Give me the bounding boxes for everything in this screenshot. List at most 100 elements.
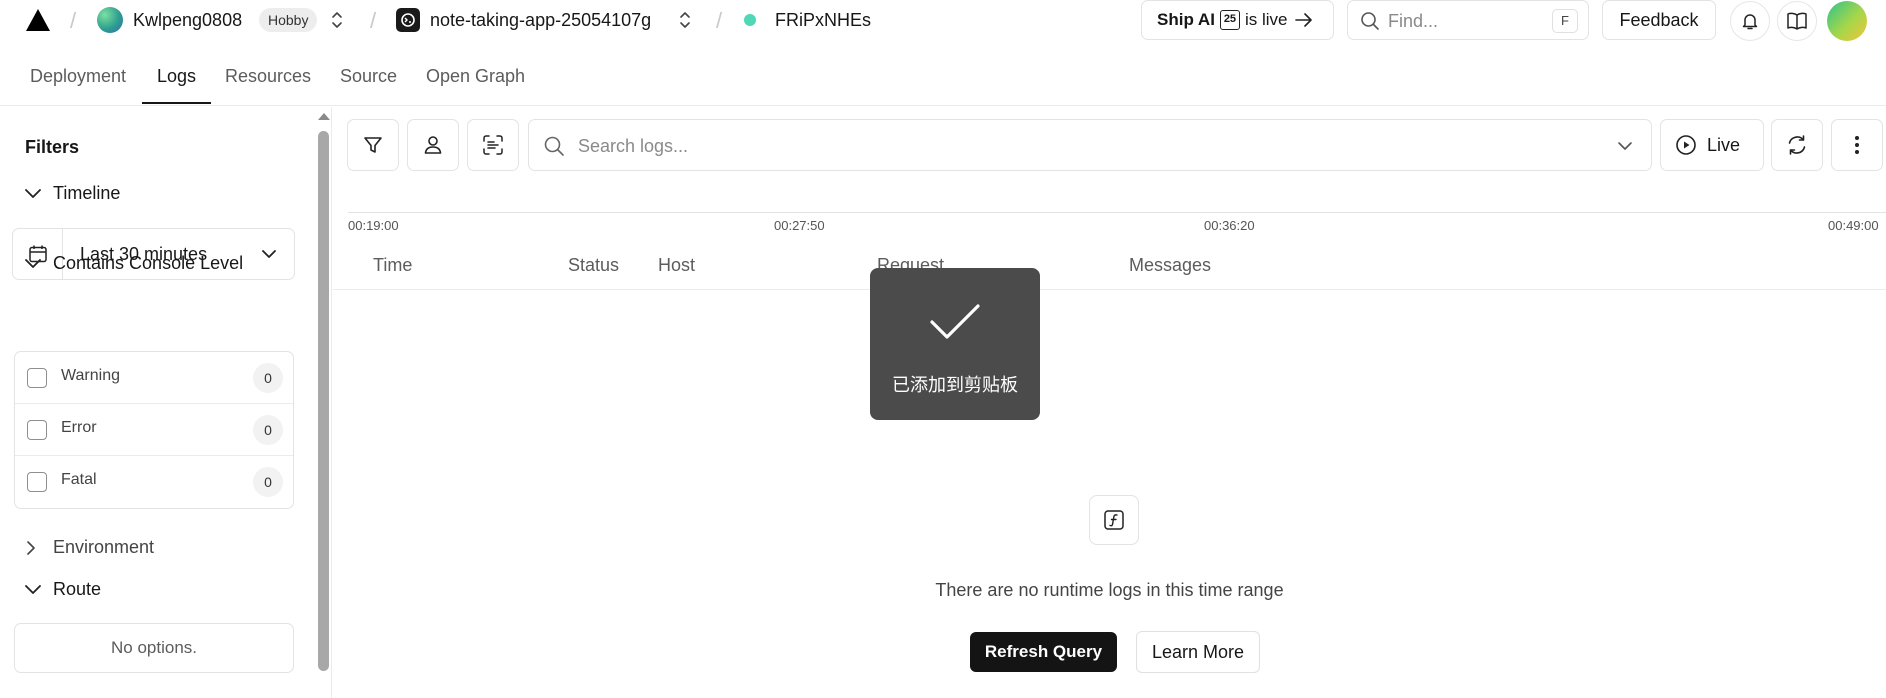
tab-resources[interactable]: Resources	[225, 66, 311, 87]
filters-title: Filters	[25, 137, 80, 157]
feedback-button[interactable]: Feedback	[1602, 0, 1716, 40]
console-level-section-toggle[interactable]: Contains Console Level	[25, 253, 243, 274]
scrollbar-up-arrow[interactable]	[318, 113, 330, 120]
user-filter-button[interactable]	[407, 119, 459, 171]
level-label: Error	[61, 419, 97, 436]
chevron-down-icon	[25, 584, 41, 594]
toast-message: 已添加到剪贴板	[892, 375, 1018, 396]
environment-label: Environment	[53, 537, 155, 557]
team-avatar[interactable]	[97, 7, 123, 33]
route-label: Route	[53, 579, 102, 599]
tab-logs[interactable]: Logs	[157, 66, 196, 87]
tab-source[interactable]: Source	[340, 66, 397, 87]
deployment-status-dot	[744, 14, 756, 26]
calendar-badge-icon: 25	[1219, 10, 1240, 30]
search-shortcut-key: F	[1552, 9, 1578, 33]
timeline-section-toggle[interactable]: Timeline	[25, 183, 120, 204]
column-header-time[interactable]: Time	[373, 255, 412, 276]
tab-open-graph[interactable]: Open Graph	[426, 66, 525, 87]
global-search-input[interactable]: Find... F	[1347, 0, 1589, 40]
scan-button[interactable]	[467, 119, 519, 171]
level-count: 0	[253, 415, 283, 445]
filters-sidebar: Filters Timeline Last 30 minutes Contain…	[0, 107, 332, 698]
function-icon	[1089, 495, 1139, 545]
empty-state-message: There are no runtime logs in this time r…	[333, 580, 1886, 601]
axis-tick: 00:36:20	[1204, 218, 1255, 233]
play-circle-icon	[1676, 135, 1696, 155]
global-search-placeholder: Find...	[1388, 11, 1439, 31]
console-level-label: Contains Console Level	[53, 253, 244, 273]
tab-deployment[interactable]: Deployment	[30, 66, 126, 87]
chevron-down-icon	[25, 188, 41, 198]
user-avatar[interactable]	[1827, 1, 1867, 41]
user-icon	[424, 136, 442, 154]
triangle-logo-icon[interactable]	[26, 9, 50, 31]
project-icon	[396, 8, 420, 32]
refresh-icon	[1788, 135, 1806, 155]
log-search-input[interactable]: Search logs...	[528, 119, 1652, 171]
notifications-button[interactable]	[1730, 1, 1770, 41]
checkbox[interactable]	[27, 368, 47, 388]
breadcrumb-separator: /	[370, 8, 377, 33]
empty-state-text: There are no runtime logs in this time r…	[935, 580, 1284, 600]
scan-icon	[483, 135, 503, 155]
log-search-placeholder: Search logs...	[578, 136, 689, 156]
chevron-right-icon	[27, 540, 35, 555]
docs-button[interactable]	[1777, 1, 1817, 41]
breadcrumb-separator: /	[716, 8, 723, 33]
top-bar: / Kwlpeng0808 Hobby / note-taking-app-25…	[0, 0, 1886, 42]
level-label: Warning	[61, 367, 120, 384]
timeline-label: Timeline	[53, 183, 121, 203]
level-option-fatal[interactable]: Fatal 0	[15, 456, 293, 508]
search-icon	[544, 136, 564, 156]
chevron-down-icon	[262, 250, 276, 258]
copied-toast: 已添加到剪贴板	[870, 268, 1040, 420]
sidebar-scrollbar[interactable]	[318, 131, 329, 671]
more-options-button[interactable]	[1831, 119, 1883, 171]
ship-ai-suffix: is live	[1244, 10, 1288, 29]
live-label: Live	[1707, 134, 1741, 155]
ship-ai-label: Ship AI	[1157, 10, 1215, 29]
console-level-list: Warning 0 Error 0 Fatal 0	[14, 351, 294, 509]
project-switcher-chevron-icon[interactable]	[678, 10, 692, 30]
arrow-right-icon	[1295, 13, 1313, 27]
team-switcher-chevron-icon[interactable]	[330, 10, 344, 30]
search-icon	[1361, 12, 1379, 30]
refresh-query-button[interactable]: Refresh Query	[970, 632, 1117, 672]
deployment-id[interactable]: FRiPxNHEs	[775, 10, 871, 31]
chevron-down-icon[interactable]	[1615, 136, 1635, 156]
level-label: Fatal	[61, 471, 97, 488]
ship-ai-button[interactable]: Ship AI 25 is live	[1141, 0, 1334, 40]
axis-tick: 00:19:00	[348, 218, 399, 233]
refresh-button[interactable]	[1771, 119, 1823, 171]
column-header-host[interactable]: Host	[658, 255, 695, 276]
chevron-down-icon	[25, 258, 41, 268]
environment-section-toggle[interactable]: Environment	[25, 537, 154, 558]
project-name[interactable]: note-taking-app-25054107g	[430, 10, 651, 31]
active-tab-indicator	[142, 102, 211, 104]
level-count: 0	[253, 467, 283, 497]
plan-badge: Hobby	[259, 8, 318, 32]
filter-button[interactable]	[347, 119, 399, 171]
route-section-toggle[interactable]: Route	[25, 579, 101, 600]
breadcrumb-separator: /	[70, 8, 77, 33]
checkmark-icon	[930, 304, 980, 339]
live-button[interactable]: Live	[1660, 119, 1764, 171]
book-icon	[1787, 12, 1807, 30]
bell-icon	[1742, 14, 1758, 30]
deployment-tabs: Deployment Logs Resources Source Open Gr…	[0, 42, 1886, 106]
level-option-warning[interactable]: Warning 0	[15, 352, 293, 404]
axis-tick: 00:27:50	[774, 218, 825, 233]
axis-tick: 00:49:00	[1828, 218, 1879, 233]
team-name[interactable]: Kwlpeng0808	[133, 10, 242, 31]
column-header-status[interactable]: Status	[568, 255, 619, 276]
checkbox[interactable]	[27, 472, 47, 492]
filter-icon	[364, 137, 382, 153]
learn-more-button[interactable]: Learn More	[1136, 631, 1260, 673]
column-header-messages[interactable]: Messages	[1129, 255, 1211, 276]
level-count: 0	[253, 363, 283, 393]
level-option-error[interactable]: Error 0	[15, 404, 293, 456]
table-header-divider	[333, 289, 1886, 290]
checkbox[interactable]	[27, 420, 47, 440]
timeline-axis[interactable]	[348, 212, 1886, 213]
